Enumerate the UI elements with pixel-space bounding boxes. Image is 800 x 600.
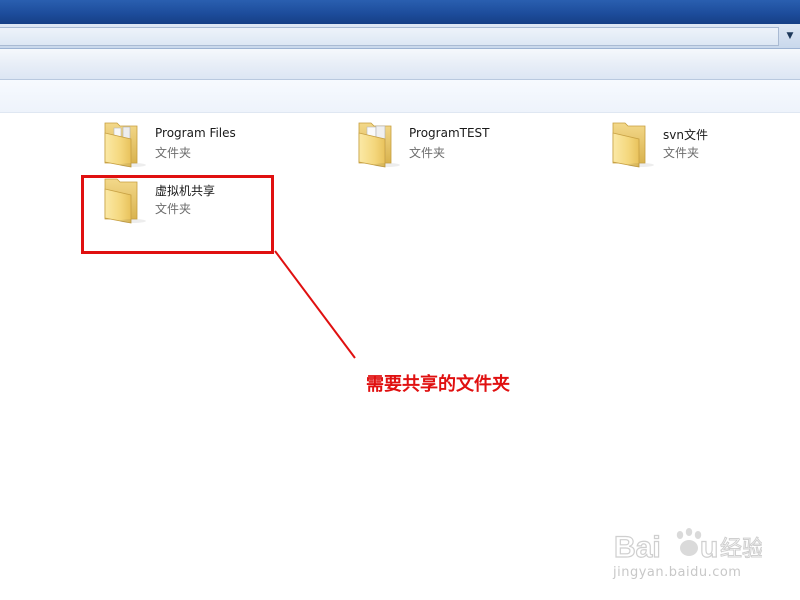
file-name: svn文件 bbox=[663, 128, 708, 142]
command-bar bbox=[0, 49, 800, 80]
file-type: 文件夹 bbox=[409, 146, 446, 160]
window-title-bar bbox=[0, 0, 800, 24]
address-bar: ▼ bbox=[0, 24, 800, 49]
svg-text:经验: 经验 bbox=[720, 537, 762, 562]
chevron-down-icon[interactable]: ▼ bbox=[780, 27, 800, 45]
list-item[interactable]: svn文件 文件夹 bbox=[611, 119, 796, 175]
folder-with-documents-icon bbox=[103, 119, 147, 169]
list-item[interactable]: Program Files 文件夹 bbox=[103, 119, 323, 175]
folder-icon bbox=[611, 119, 655, 169]
baidu-jingyan-logo: Bai u 经验 bbox=[613, 528, 762, 565]
svg-text:u: u bbox=[700, 531, 718, 564]
column-header-bar bbox=[0, 80, 800, 113]
annotation-label: 需要共享的文件夹 bbox=[366, 374, 510, 395]
file-name: Program Files bbox=[155, 126, 236, 140]
folder-with-documents-icon bbox=[357, 119, 401, 169]
address-input[interactable] bbox=[0, 27, 779, 46]
svg-text:Bai: Bai bbox=[614, 531, 661, 564]
watermark-url: jingyan.baidu.com bbox=[613, 565, 742, 580]
file-type: 文件夹 bbox=[663, 146, 700, 160]
list-item[interactable]: ProgramTEST 文件夹 bbox=[357, 119, 577, 175]
highlight-box bbox=[81, 175, 274, 254]
file-name: ProgramTEST bbox=[409, 126, 490, 140]
file-type: 文件夹 bbox=[155, 146, 192, 160]
